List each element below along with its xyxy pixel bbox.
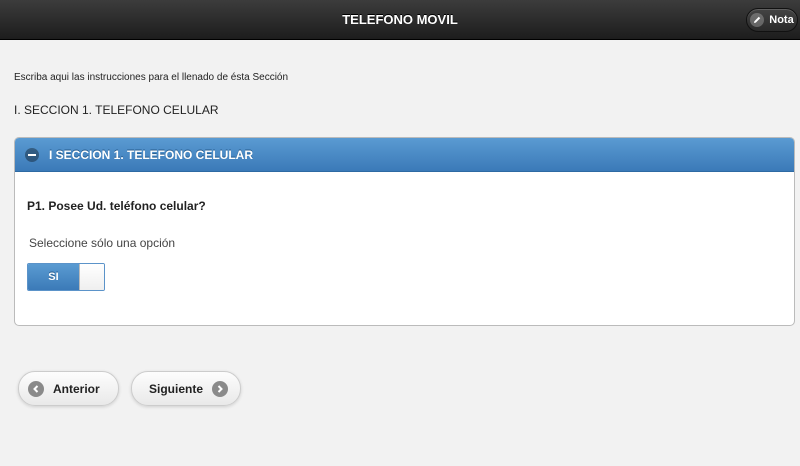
top-bar: TELEFONO MOVIL Nota bbox=[0, 0, 800, 40]
section-heading: I. SECCION 1. TELEFONO CELULAR bbox=[14, 103, 219, 117]
arrow-left-icon bbox=[28, 380, 44, 397]
question-label: P1. Posee Ud. teléfono celular? bbox=[27, 199, 206, 213]
pencil-icon bbox=[750, 13, 765, 27]
toggle-handle[interactable] bbox=[79, 264, 104, 290]
note-button-label: Nota bbox=[769, 14, 794, 26]
toggle-on-label: SI bbox=[28, 264, 79, 290]
minus-icon bbox=[25, 147, 39, 162]
yes-toggle-switch[interactable]: SI bbox=[27, 263, 105, 291]
previous-button-label: Anterior bbox=[53, 381, 100, 396]
next-button-label: Siguiente bbox=[149, 381, 204, 396]
note-button[interactable]: Nota bbox=[746, 8, 798, 32]
collapsible-title: I SECCION 1. TELEFONO CELULAR bbox=[49, 147, 254, 162]
page-title: TELEFONO MOVIL bbox=[342, 12, 458, 27]
previous-button[interactable]: Anterior bbox=[18, 371, 119, 406]
section-panel: I SECCION 1. TELEFONO CELULAR P1. Posee … bbox=[14, 137, 795, 326]
collapsible-header[interactable]: I SECCION 1. TELEFONO CELULAR bbox=[15, 138, 794, 172]
arrow-right-icon bbox=[212, 380, 229, 397]
section-instructions: Escriba aqui las instrucciones para el l… bbox=[14, 72, 289, 83]
next-button[interactable]: Siguiente bbox=[131, 371, 241, 406]
question-hint: Seleccione sólo una opción bbox=[29, 236, 176, 250]
